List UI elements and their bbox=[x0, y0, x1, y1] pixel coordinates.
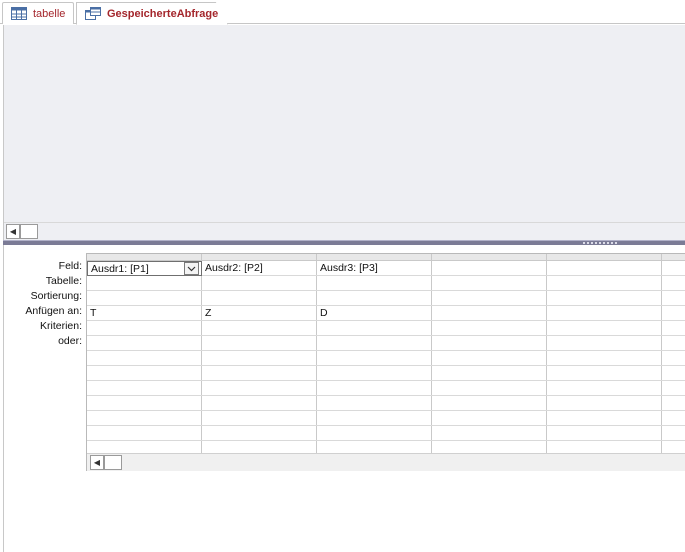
row-labels: Feld: Tabelle: Sortierung: Anfügen an: K… bbox=[4, 259, 82, 349]
tab-gespeicherteabfrage[interactable]: GespeicherteAbfrage bbox=[76, 2, 228, 25]
scroll-left-icon[interactable]: ◀ bbox=[6, 224, 20, 239]
scrollbar-thumb[interactable] bbox=[104, 455, 122, 470]
grid-column-5[interactable] bbox=[547, 254, 662, 454]
row-label-sortierung: Sortierung: bbox=[30, 290, 82, 302]
grid-horizontal-scrollbar[interactable]: ◀ bbox=[87, 453, 685, 471]
append-cell-2[interactable]: Z bbox=[202, 306, 317, 321]
document-tab-strip: tabelle GespeicherteAbfrage bbox=[0, 0, 685, 25]
grid-row-line bbox=[87, 335, 685, 336]
row-label-kriterien: Kriterien: bbox=[39, 320, 82, 332]
design-grid: Ausdr1: [P1] Ausdr2: [P2] Ausdr3: [P3] T… bbox=[86, 253, 685, 471]
grid-row-line bbox=[87, 350, 685, 351]
tab-tabelle[interactable]: tabelle bbox=[2, 2, 74, 24]
row-label-feld: Feld: bbox=[58, 260, 82, 272]
grid-row-line bbox=[87, 395, 685, 396]
splitter-grip-icon bbox=[583, 242, 617, 244]
table-icon bbox=[11, 7, 27, 20]
query-design-grid-pane: Feld: Tabelle: Sortierung: Anfügen an: K… bbox=[3, 245, 685, 552]
grid-row-line bbox=[87, 365, 685, 366]
table-diagram-pane[interactable] bbox=[3, 25, 685, 240]
grid-column-1[interactable] bbox=[87, 254, 202, 454]
field-cell-1-value: Ausdr1: [P1] bbox=[91, 263, 149, 275]
grid-row-line bbox=[87, 425, 685, 426]
field-cell-3[interactable]: Ausdr3: [P3] bbox=[317, 261, 432, 276]
grid-row-line bbox=[87, 290, 685, 291]
scrollbar-thumb[interactable] bbox=[20, 224, 38, 239]
append-cell-1[interactable]: T bbox=[87, 306, 202, 321]
chevron-down-icon[interactable] bbox=[184, 262, 199, 275]
append-cell-3[interactable]: D bbox=[317, 306, 432, 321]
grid-row-line bbox=[87, 410, 685, 411]
row-label-anfuegen-an: Anfügen an: bbox=[25, 305, 82, 317]
query-icon bbox=[85, 7, 101, 20]
tab-tabelle-label: tabelle bbox=[33, 7, 66, 20]
row-label-oder: oder: bbox=[58, 335, 82, 347]
grid-row-line bbox=[87, 380, 685, 381]
grid-row-line bbox=[87, 440, 685, 441]
row-label-tabelle: Tabelle: bbox=[45, 275, 82, 287]
tab-gespeicherteabfrage-label: GespeicherteAbfrage bbox=[107, 7, 219, 20]
field-cell-2[interactable]: Ausdr2: [P2] bbox=[202, 261, 317, 276]
scroll-left-icon[interactable]: ◀ bbox=[90, 455, 104, 470]
upper-horizontal-scrollbar[interactable]: ◀ bbox=[4, 222, 685, 239]
grid-column-2[interactable] bbox=[202, 254, 317, 454]
grid-column-3[interactable] bbox=[317, 254, 432, 454]
grid-column-4[interactable] bbox=[432, 254, 547, 454]
